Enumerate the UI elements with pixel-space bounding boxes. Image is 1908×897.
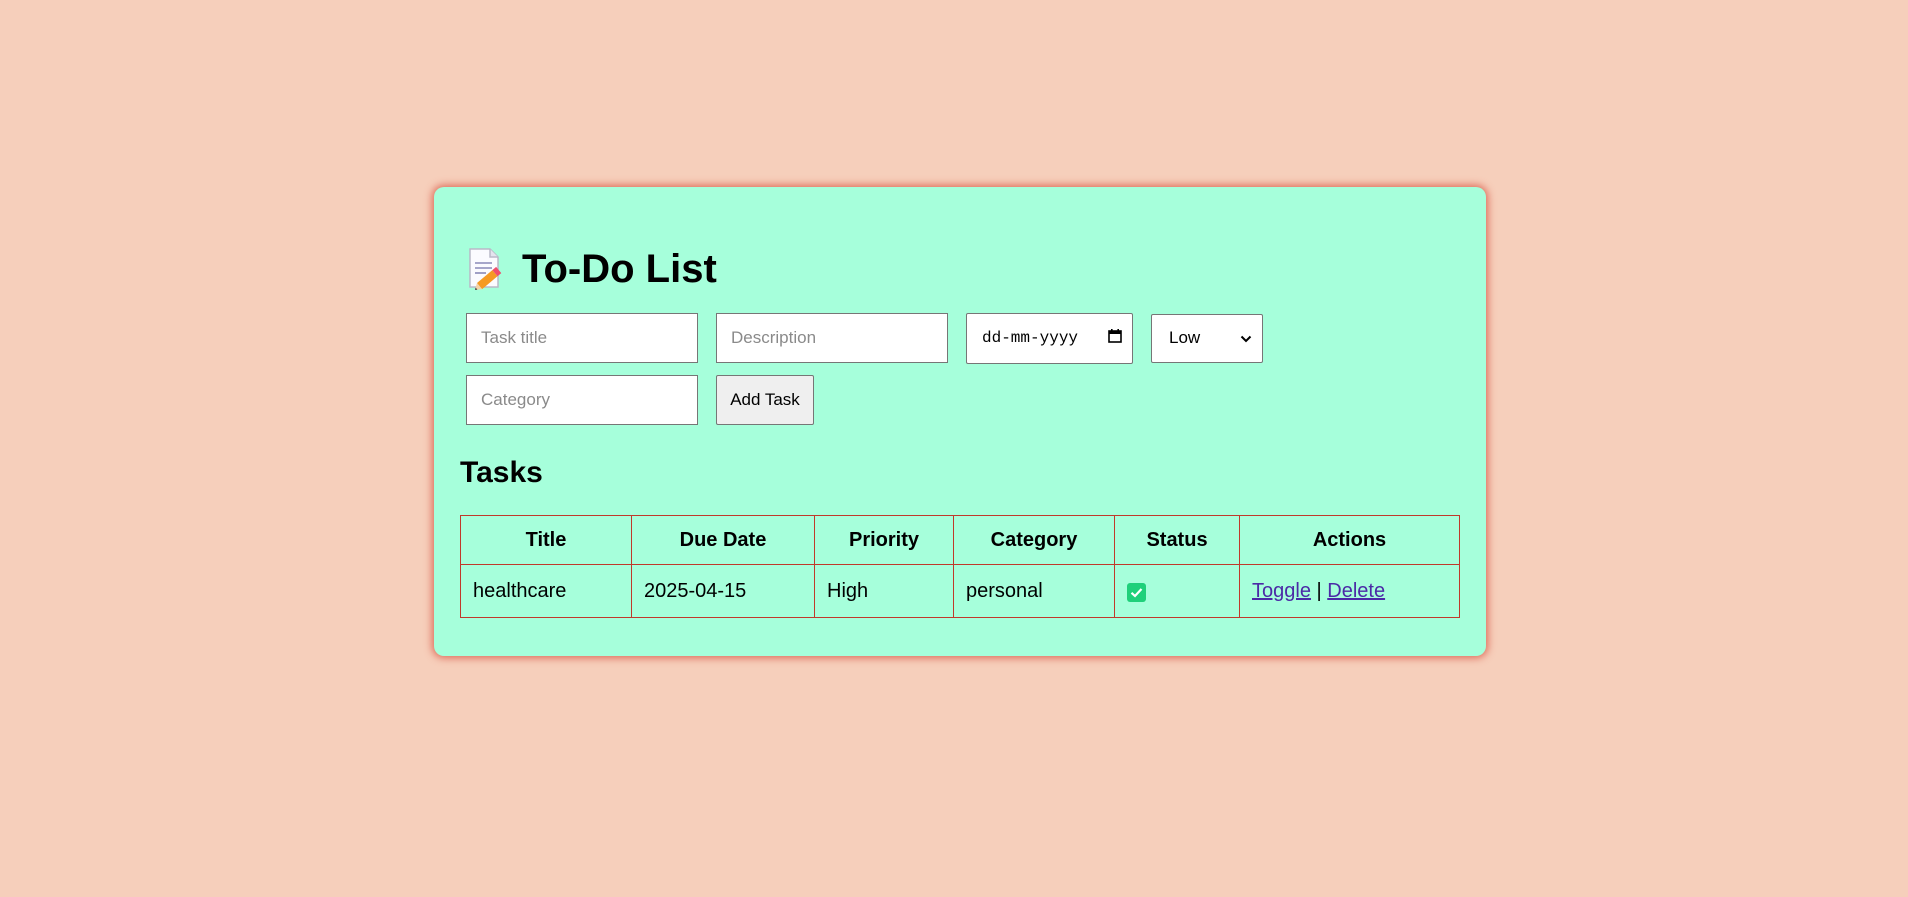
column-header-actions: Actions: [1239, 515, 1460, 565]
status-checkbox[interactable]: [1127, 582, 1146, 602]
task-status-cell: [1114, 564, 1240, 618]
column-header-category: Category: [953, 515, 1115, 565]
table-row: healthcare 2025-04-15 High personal Togg…: [460, 564, 1460, 618]
task-title-cell: healthcare: [460, 564, 632, 618]
column-header-priority: Priority: [814, 515, 954, 565]
task-title-input[interactable]: [466, 313, 698, 363]
task-priority-cell: High: [814, 564, 954, 618]
category-input[interactable]: [466, 375, 698, 425]
column-header-status: Status: [1114, 515, 1240, 565]
tasks-table: Title Due Date Priority Category Status …: [460, 515, 1460, 618]
priority-selected-value: Low: [1169, 328, 1201, 347]
tasks-heading: Tasks: [460, 456, 543, 489]
chevron-down-icon: [1240, 328, 1252, 348]
due-date-placeholder: dd-mm-yyyy: [982, 329, 1079, 347]
task-form-row-2: Add Task: [460, 375, 1461, 425]
page-title: To-Do List: [522, 247, 717, 291]
title-row: To-Do List: [460, 245, 1461, 293]
column-header-title: Title: [460, 515, 632, 565]
add-task-button[interactable]: Add Task: [716, 375, 814, 425]
toggle-link[interactable]: Toggle: [1252, 580, 1311, 602]
task-category-cell: personal: [953, 564, 1115, 618]
due-date-input[interactable]: dd-mm-yyyy: [966, 312, 1133, 364]
column-header-due-date: Due Date: [631, 515, 815, 565]
delete-link[interactable]: Delete: [1327, 580, 1385, 602]
task-actions-cell: Toggle | Delete: [1239, 564, 1460, 618]
table-header-row: Title Due Date Priority Category Status …: [460, 515, 1460, 565]
todo-card: To-Do List dd-mm-yyyy Low: [434, 187, 1486, 656]
memo-icon: [466, 247, 506, 291]
action-separator: |: [1316, 579, 1322, 602]
task-form-row-1: dd-mm-yyyy Low: [460, 312, 1461, 364]
task-due-date-cell: 2025-04-15: [631, 564, 815, 618]
calendar-icon[interactable]: [1108, 328, 1122, 348]
priority-select[interactable]: Low: [1151, 313, 1263, 363]
description-input[interactable]: [716, 313, 948, 363]
